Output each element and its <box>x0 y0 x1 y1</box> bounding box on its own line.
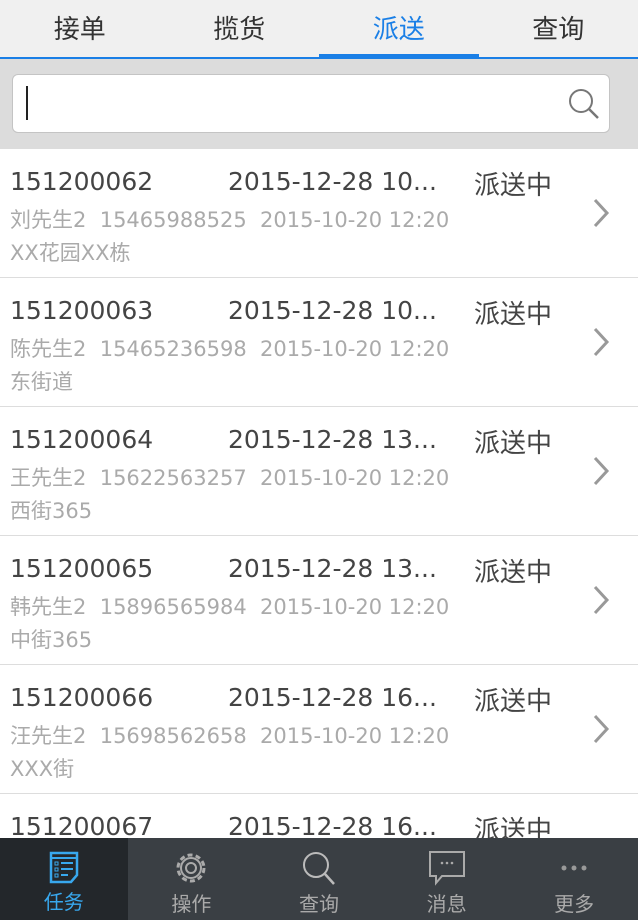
order-time: 2015-12-28 16... <box>228 683 437 712</box>
order-address: 西街365 <box>10 499 93 523</box>
chevron-right-icon <box>593 327 610 357</box>
tab-query[interactable]: 查询 <box>479 0 638 57</box>
order-id: 151200067 <box>10 812 154 838</box>
message-icon <box>383 850 511 886</box>
order-time: 2015-12-28 16... <box>228 812 437 838</box>
order-row[interactable]: 151200062 2015-12-28 10... 派送中 刘先生2 1546… <box>0 149 638 278</box>
order-time: 2015-12-28 10... <box>228 167 437 196</box>
order-list[interactable]: 151200062 2015-12-28 10... 派送中 刘先生2 1546… <box>0 149 638 838</box>
order-id: 151200062 <box>10 167 154 196</box>
chevron-right-icon <box>593 714 610 744</box>
order-address: 中街365 <box>10 628 93 652</box>
search-input[interactable] <box>12 74 610 133</box>
status-badge: 派送中 <box>474 171 553 201</box>
order-time: 2015-12-28 10... <box>228 296 437 325</box>
nav-label: 更多 <box>554 892 595 916</box>
nav-item-4[interactable]: 更多 <box>510 838 638 920</box>
text-caret <box>26 86 28 120</box>
tab-delivery[interactable]: 派送 <box>319 0 479 59</box>
nav-label: 消息 <box>426 892 467 916</box>
nav-item-1[interactable]: 操作 <box>128 838 256 920</box>
more-icon <box>510 850 638 886</box>
order-id: 151200066 <box>10 683 154 712</box>
order-time: 2015-12-28 13... <box>228 425 437 454</box>
nav-label: 任务 <box>43 890 84 914</box>
nav-item-3[interactable]: 消息 <box>383 838 511 920</box>
gear-icon <box>128 850 256 886</box>
order-contact: 韩先生2 15896565984 2015-10-20 12:20 <box>10 595 450 619</box>
nav-item-0[interactable]: 任务 <box>0 838 128 920</box>
order-address: XXX街 <box>10 757 75 781</box>
order-contact: 刘先生2 15465988525 2015-10-20 12:20 <box>10 208 450 232</box>
order-contact: 汪先生2 15698562658 2015-10-20 12:20 <box>10 724 450 748</box>
order-contact: 陈先生2 15465236598 2015-10-20 12:20 <box>10 337 450 361</box>
order-address: 东街道 <box>10 370 73 394</box>
status-badge: 派送中 <box>474 558 553 588</box>
order-row[interactable]: 151200067 2015-12-28 16... 派送中 <box>0 794 638 838</box>
nav-item-2[interactable]: 查询 <box>255 838 383 920</box>
order-id: 151200065 <box>10 554 154 583</box>
tab-accept[interactable]: 接单 <box>0 0 160 57</box>
order-time: 2015-12-28 13... <box>228 554 437 583</box>
order-row[interactable]: 151200064 2015-12-28 13... 派送中 王先生2 1562… <box>0 407 638 536</box>
order-contact: 王先生2 15622563257 2015-10-20 12:20 <box>10 466 450 490</box>
order-row[interactable]: 151200065 2015-12-28 13... 派送中 韩先生2 1589… <box>0 536 638 665</box>
order-id: 151200063 <box>10 296 154 325</box>
status-badge: 派送中 <box>474 687 553 717</box>
chevron-right-icon <box>593 456 610 486</box>
status-badge: 派送中 <box>474 429 553 459</box>
order-id: 151200064 <box>10 425 154 454</box>
status-badge: 派送中 <box>474 816 553 838</box>
top-tabs: 接单 揽货 派送 查询 <box>0 0 638 59</box>
order-row[interactable]: 151200066 2015-12-28 16... 派送中 汪先生2 1569… <box>0 665 638 794</box>
tab-pickup[interactable]: 揽货 <box>160 0 320 57</box>
search-icon <box>255 850 383 886</box>
chevron-right-icon <box>593 585 610 615</box>
bottom-nav: 任务 操作 查询 消息 更多 <box>0 838 638 920</box>
status-badge: 派送中 <box>474 300 553 330</box>
search-bar <box>0 59 638 149</box>
chevron-right-icon <box>593 198 610 228</box>
order-address: XX花园XX栋 <box>10 241 131 265</box>
nav-label: 查询 <box>298 892 339 916</box>
task-list-icon <box>0 850 128 884</box>
nav-label: 操作 <box>171 892 212 916</box>
search-icon[interactable] <box>567 87 601 121</box>
order-row[interactable]: 151200063 2015-12-28 10... 派送中 陈先生2 1546… <box>0 278 638 407</box>
